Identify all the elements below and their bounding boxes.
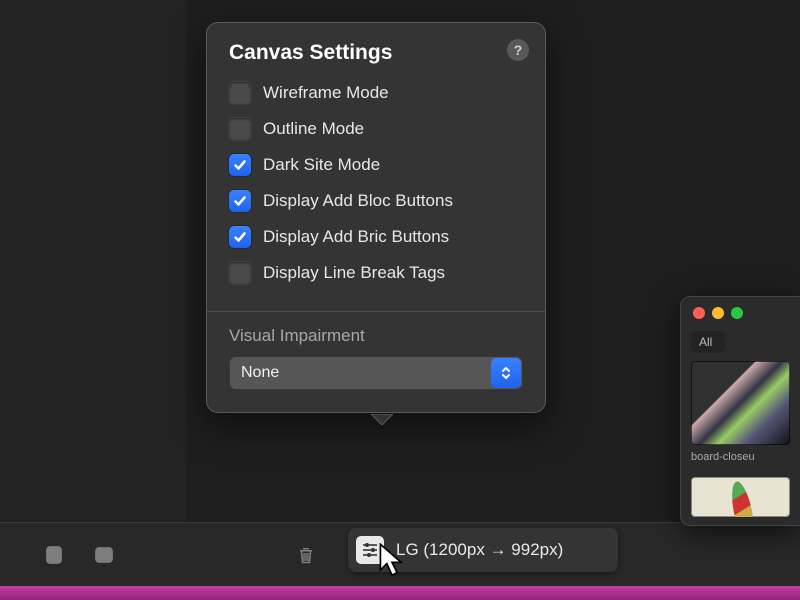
canvas-options-list: Wireframe Mode Outline Mode Dark Site Mo… [207, 71, 545, 303]
option-label: Wireframe Mode [263, 83, 389, 103]
arrows-vertical-icon [43, 544, 65, 566]
option-label: Display Add Bric Buttons [263, 227, 449, 247]
asset-filter-tab[interactable]: All [691, 331, 725, 353]
divider [207, 311, 545, 312]
delete-button[interactable] [288, 537, 324, 573]
breakpoint-bar[interactable]: LG (1200px → 992px) [348, 528, 618, 572]
toolbar-button-1[interactable] [36, 537, 72, 573]
checkbox[interactable] [229, 154, 251, 176]
arrows-horizontal-icon [93, 544, 115, 566]
visual-impairment-label: Visual Impairment [207, 326, 545, 356]
left-panel [0, 0, 186, 600]
option-outline-mode[interactable]: Outline Mode [229, 111, 523, 147]
popover-caret [371, 412, 393, 423]
zoom-icon[interactable] [731, 307, 743, 319]
select-stepper-icon [491, 358, 521, 388]
checkbox[interactable] [229, 82, 251, 104]
bottom-strip [0, 586, 800, 600]
breakpoint-label: LG (1200px → 992px) [396, 540, 563, 560]
option-wireframe-mode[interactable]: Wireframe Mode [229, 75, 523, 111]
toolbar-button-2[interactable] [86, 537, 122, 573]
option-dark-site-mode[interactable]: Dark Site Mode [229, 147, 523, 183]
asset-thumbnail-1[interactable] [691, 361, 790, 445]
checkbox[interactable] [229, 190, 251, 212]
option-display-add-bloc[interactable]: Display Add Bloc Buttons [229, 183, 523, 219]
close-icon[interactable] [693, 307, 705, 319]
checkbox[interactable] [229, 262, 251, 284]
option-label: Display Line Break Tags [263, 263, 445, 283]
canvas-settings-popover: ? Canvas Settings Wireframe Mode Outline… [206, 22, 546, 413]
window-controls[interactable] [681, 297, 800, 327]
help-button[interactable]: ? [507, 39, 529, 61]
asset-thumbnail-2[interactable] [691, 477, 790, 517]
minimize-icon[interactable] [712, 307, 724, 319]
select-value: None [241, 364, 279, 382]
trash-icon [295, 544, 317, 566]
asset-thumbnail-1-label: board-closeu [691, 451, 790, 463]
option-display-line-break[interactable]: Display Line Break Tags [229, 255, 523, 291]
option-label: Outline Mode [263, 119, 364, 139]
canvas-settings-icon [356, 536, 384, 564]
checkbox[interactable] [229, 226, 251, 248]
popover-title: Canvas Settings [207, 41, 545, 71]
visual-impairment-select[interactable]: None [229, 356, 523, 390]
option-label: Display Add Bloc Buttons [263, 191, 453, 211]
checkbox[interactable] [229, 118, 251, 140]
option-display-add-bric[interactable]: Display Add Bric Buttons [229, 219, 523, 255]
option-label: Dark Site Mode [263, 155, 380, 175]
asset-panel: All board-closeu [680, 296, 800, 526]
